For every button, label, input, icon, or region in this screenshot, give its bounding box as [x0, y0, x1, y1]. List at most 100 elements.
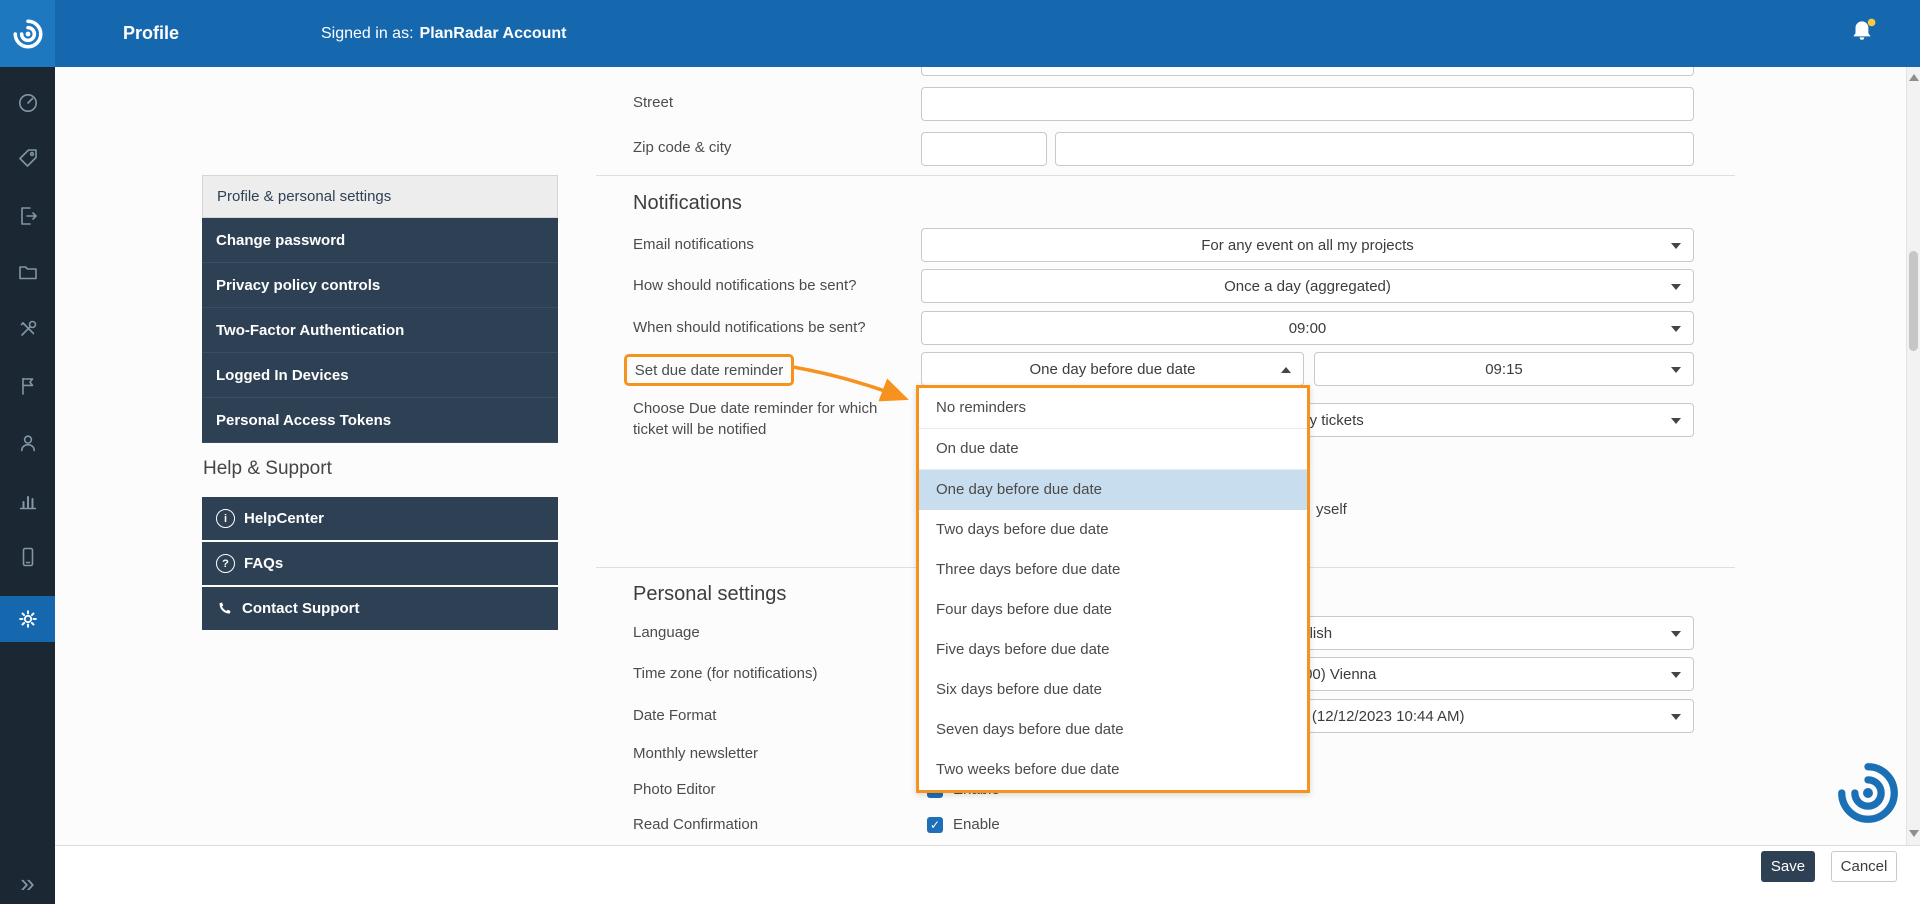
planradar-watermark-logo	[1833, 758, 1903, 833]
read-confirmation-enable-label: Enable	[953, 816, 1000, 833]
account-name: PlanRadar Account	[420, 25, 567, 43]
help-panel: i HelpCenter ? FAQs Contact Support	[202, 497, 558, 632]
profile-settings-page: Profile Signed in as: PlanRadar Account	[0, 0, 1920, 904]
gauge-icon[interactable]	[0, 81, 55, 125]
when-sent-select[interactable]: 09:00	[921, 311, 1694, 345]
scroll-down-arrow[interactable]	[1909, 830, 1919, 837]
dropdown-option[interactable]: Three days before due date	[919, 550, 1307, 590]
choose-reminder-label: Choose Due date reminder for which ticke…	[633, 398, 891, 440]
chevron-down-icon	[1671, 418, 1681, 424]
street-label: Street	[633, 94, 673, 111]
planradar-logo[interactable]	[0, 0, 55, 67]
nav-item-contact-support[interactable]: Contact Support	[202, 587, 558, 630]
photo-editor-label: Photo Editor	[633, 781, 716, 798]
dropdown-option[interactable]: On due date	[919, 429, 1307, 470]
dropdown-option[interactable]: Six days before due date	[919, 670, 1307, 710]
how-sent-select[interactable]: Once a day (aggregated)	[921, 269, 1694, 303]
personal-settings-heading: Personal settings	[633, 583, 786, 606]
zip-input[interactable]	[921, 132, 1047, 166]
partially-hidden-label-fragment: yself	[1316, 501, 1347, 518]
partial-input-above[interactable]	[921, 67, 1694, 76]
nav-item-helpcenter[interactable]: i HelpCenter	[202, 497, 558, 540]
help-support-heading: Help & Support	[203, 458, 332, 480]
chevron-down-icon	[1671, 284, 1681, 290]
chevron-down-icon	[1671, 714, 1681, 720]
select-value: 09:15	[1485, 361, 1523, 378]
expand-rail-button[interactable]: »	[0, 868, 55, 898]
nav-item-logged-in-devices[interactable]: Logged In Devices	[202, 353, 558, 398]
city-input[interactable]	[1055, 132, 1694, 166]
folder-icon[interactable]	[0, 250, 55, 294]
select-value: One day before due date	[1030, 361, 1196, 378]
device-icon[interactable]	[0, 535, 55, 579]
read-confirmation-checkbox[interactable]	[927, 817, 943, 833]
help-item-label: Contact Support	[242, 600, 360, 617]
nav-item-personal-access-tokens[interactable]: Personal Access Tokens	[202, 398, 558, 443]
select-value: For any event on all my projects	[1201, 237, 1414, 254]
user-icon[interactable]	[0, 421, 55, 465]
chevron-down-icon	[1671, 631, 1681, 637]
question-circle-icon: ?	[216, 554, 235, 573]
save-button[interactable]: Save	[1761, 851, 1815, 882]
cancel-button[interactable]: Cancel	[1831, 851, 1897, 882]
email-notifications-select[interactable]: For any event on all my projects	[921, 228, 1694, 262]
how-sent-label: How should notifications be sent?	[633, 277, 856, 294]
bell-icon	[1848, 17, 1878, 45]
nav-item-faqs[interactable]: ? FAQs	[202, 542, 558, 585]
chevron-down-icon	[1671, 672, 1681, 678]
when-sent-label: When should notifications be sent?	[633, 319, 866, 336]
settings-icon-active[interactable]	[0, 596, 55, 642]
notification-dot	[1868, 19, 1876, 27]
due-date-reminder-select[interactable]: One day before due date	[921, 352, 1304, 386]
nav-item-change-password[interactable]: Change password	[202, 218, 558, 263]
nav-panel: Change password Privacy policy controls …	[202, 218, 558, 443]
planradar-logo-icon	[11, 17, 45, 51]
read-confirmation-label: Read Confirmation	[633, 816, 758, 833]
dropdown-option[interactable]: No reminders	[919, 388, 1307, 429]
chart-icon[interactable]	[0, 479, 55, 523]
street-input[interactable]	[921, 87, 1694, 121]
dropdown-option[interactable]: Five days before due date	[919, 630, 1307, 670]
flag-icon[interactable]	[0, 364, 55, 408]
tag-icon[interactable]	[0, 136, 55, 180]
nav-item-privacy-policy[interactable]: Privacy policy controls	[202, 263, 558, 308]
footer-bar	[55, 845, 1920, 904]
scroll-up-arrow[interactable]	[1909, 74, 1919, 81]
notifications-bell-button[interactable]	[1848, 17, 1878, 50]
export-icon[interactable]	[0, 194, 55, 238]
dropdown-option[interactable]: Two weeks before due date	[919, 750, 1307, 790]
signed-in-status: Signed in as: PlanRadar Account	[321, 0, 567, 67]
chevron-down-icon	[1671, 243, 1681, 249]
notifications-heading: Notifications	[633, 192, 742, 215]
zip-city-label: Zip code & city	[633, 139, 731, 156]
phone-icon	[216, 600, 233, 617]
help-item-label: HelpCenter	[244, 510, 324, 527]
dropdown-option[interactable]: Four days before due date	[919, 590, 1307, 630]
info-circle-icon: i	[216, 509, 235, 528]
monthly-newsletter-label: Monthly newsletter	[633, 745, 758, 762]
select-value: Once a day (aggregated)	[1224, 278, 1391, 295]
tools-icon[interactable]	[0, 307, 55, 351]
chevron-down-icon	[1671, 367, 1681, 373]
chevron-up-icon	[1281, 367, 1291, 373]
scrollbar-thumb[interactable]	[1909, 251, 1918, 351]
timezone-label: Time zone (for notifications)	[633, 665, 818, 682]
topbar: Profile Signed in as: PlanRadar Account	[0, 0, 1920, 67]
left-icon-rail: »	[0, 67, 55, 904]
vertical-scrollbar[interactable]	[1906, 67, 1920, 845]
dropdown-option[interactable]: Seven days before due date	[919, 710, 1307, 750]
email-notifications-label: Email notifications	[633, 236, 754, 253]
date-format-label: Date Format	[633, 707, 716, 724]
dropdown-option-selected[interactable]: One day before due date	[919, 470, 1307, 510]
chevron-down-icon	[1671, 326, 1681, 332]
due-date-time-select[interactable]: 09:15	[1314, 352, 1694, 386]
dropdown-option[interactable]: Two days before due date	[919, 510, 1307, 550]
due-date-reminder-label: Set due date reminder	[635, 362, 783, 379]
due-date-reminder-label-highlight: Set due date reminder	[624, 354, 794, 386]
page-title: Profile	[123, 0, 179, 67]
language-label: Language	[633, 624, 700, 641]
due-date-reminder-dropdown: No reminders On due date One day before …	[916, 385, 1310, 793]
help-item-label: FAQs	[244, 555, 283, 572]
nav-item-two-factor[interactable]: Two-Factor Authentication	[202, 308, 558, 353]
nav-panel-header[interactable]: Profile & personal settings	[202, 175, 558, 218]
